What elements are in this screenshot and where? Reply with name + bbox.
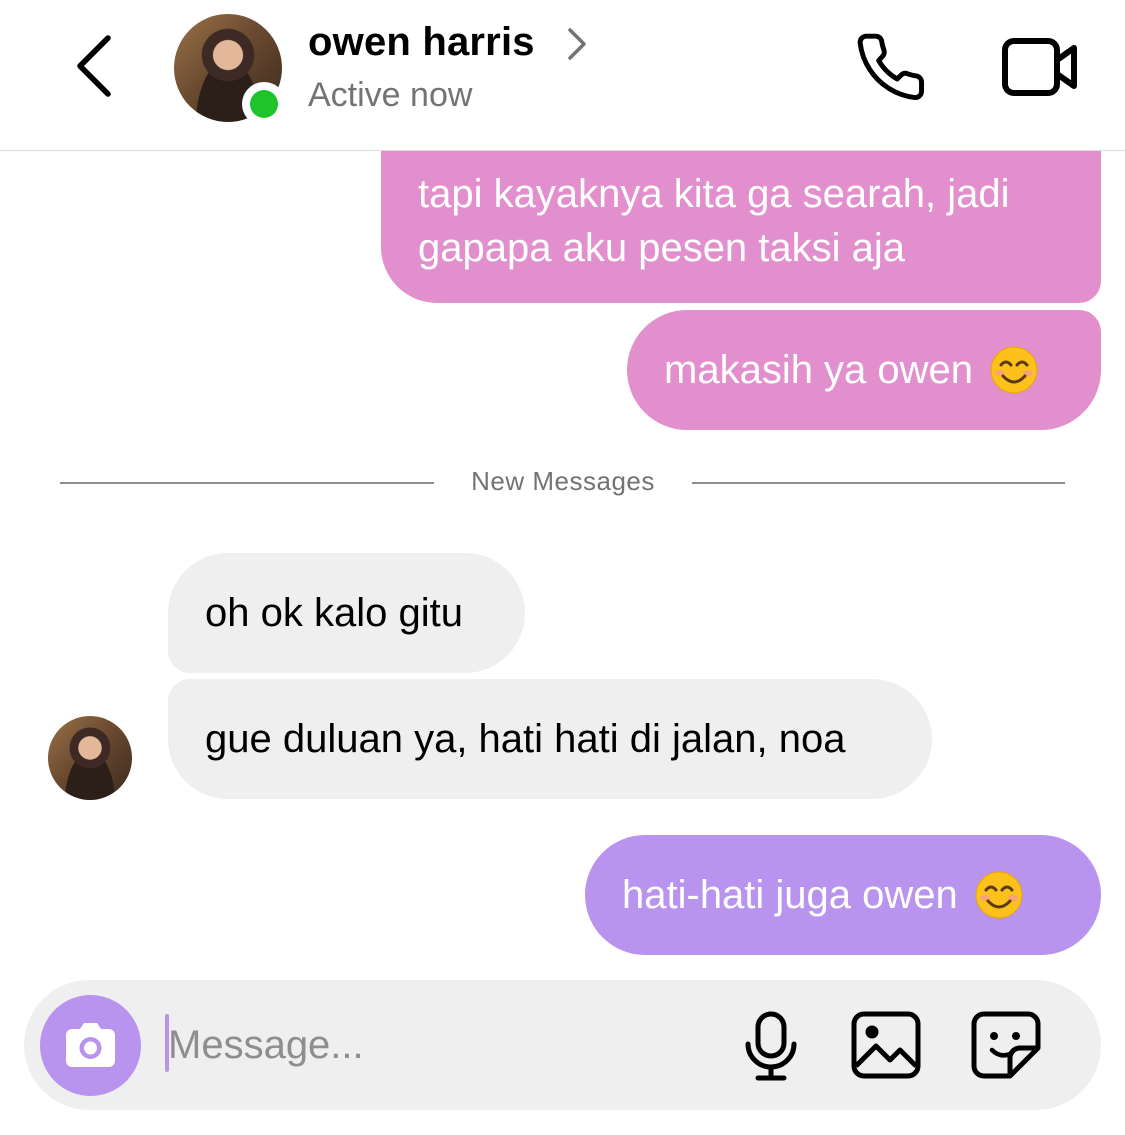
message-text: oh ok kalo gitu	[205, 591, 463, 635]
chevron-right-icon[interactable]	[562, 26, 590, 62]
divider-line	[60, 482, 434, 484]
smiling-face-emoji-icon	[990, 346, 1038, 394]
image-gallery-icon[interactable]	[850, 1010, 922, 1080]
back-chevron-icon[interactable]	[62, 30, 132, 102]
sender-avatar[interactable]	[48, 716, 132, 800]
outgoing-message[interactable]: tapi kayaknya kita ga searah, jadi gapap…	[381, 151, 1101, 303]
camera-button[interactable]	[40, 995, 141, 1096]
outgoing-message[interactable]: hati-hati juga owen	[585, 835, 1101, 955]
incoming-message[interactable]: oh ok kalo gitu	[168, 553, 525, 673]
video-camera-icon[interactable]	[1000, 34, 1080, 100]
message-text: tapi kayaknya kita ga searah, jadi gapap…	[418, 172, 1010, 270]
chat-header: owen harris Active now	[0, 0, 1125, 151]
message-text: gue duluan ya, hati hati di jalan, noa	[205, 717, 846, 761]
active-status: Active now	[308, 76, 473, 114]
sticker-icon[interactable]	[970, 1010, 1042, 1080]
smiling-face-emoji-icon	[975, 871, 1023, 919]
camera-icon	[66, 1023, 115, 1067]
microphone-icon[interactable]	[742, 1010, 800, 1082]
online-indicator	[242, 82, 286, 126]
divider-line	[692, 482, 1065, 484]
phone-icon[interactable]	[852, 30, 930, 104]
message-text: makasih ya owen	[664, 348, 974, 392]
new-messages-divider: New Messages	[471, 466, 655, 496]
incoming-message[interactable]: gue duluan ya, hati hati di jalan, noa	[168, 679, 932, 799]
outgoing-message[interactable]: makasih ya owen	[627, 310, 1101, 430]
contact-name[interactable]: owen harris	[308, 20, 535, 65]
message-input[interactable]	[168, 1016, 708, 1074]
message-text: hati-hati juga owen	[622, 873, 958, 917]
